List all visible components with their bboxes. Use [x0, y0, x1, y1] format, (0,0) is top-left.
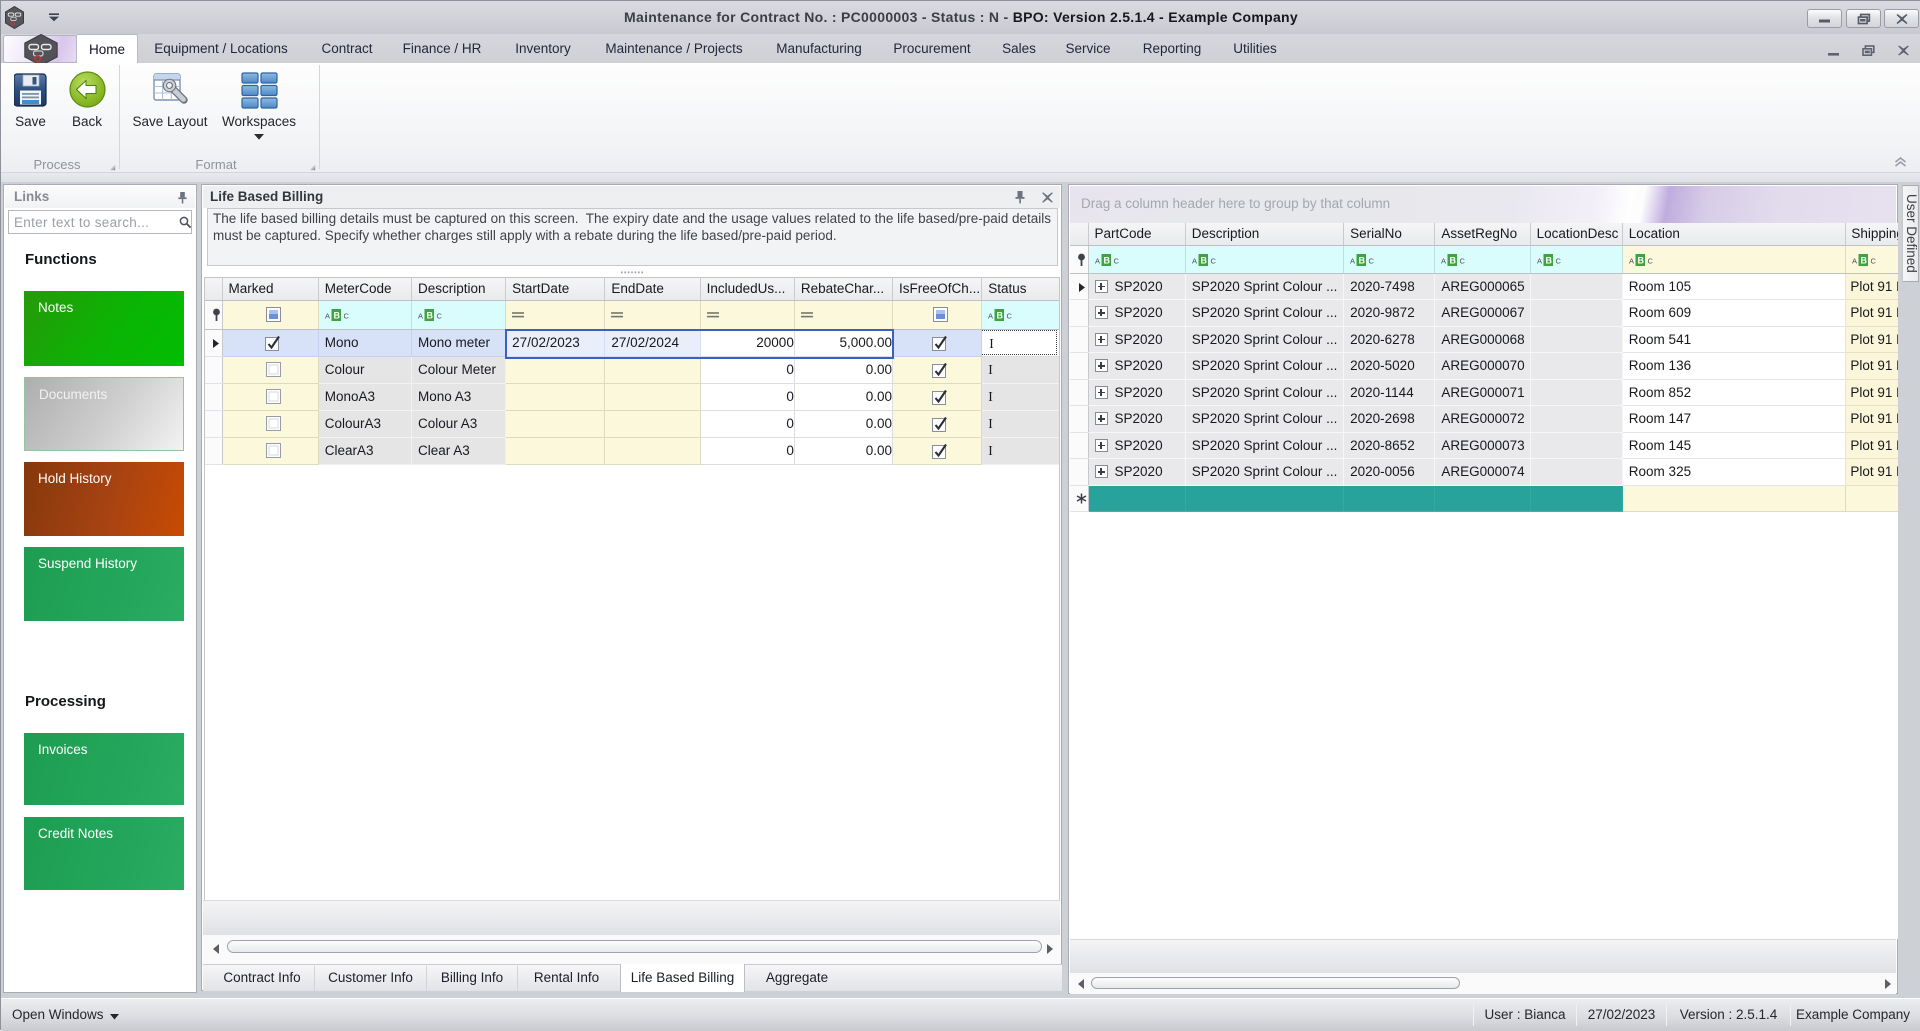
svg-text:A: A — [418, 312, 423, 321]
svg-text:B: B — [426, 311, 433, 321]
svg-text:A: A — [1192, 256, 1197, 265]
svg-text:C: C — [1369, 256, 1375, 265]
svg-text:A: A — [1095, 256, 1100, 265]
svg-text:A: A — [1537, 256, 1542, 265]
svg-text:B: B — [1103, 255, 1110, 265]
svg-text:A: A — [988, 312, 993, 321]
svg-text:C: C — [1871, 256, 1877, 265]
svg-text:B: B — [1200, 255, 1207, 265]
svg-text:A: A — [1852, 256, 1857, 265]
svg-text:C: C — [1210, 256, 1216, 265]
svg-text:B: B — [1637, 255, 1644, 265]
svg-text:B: B — [1359, 255, 1366, 265]
svg-text:C: C — [436, 312, 442, 321]
svg-text:C: C — [1647, 256, 1653, 265]
svg-text:C: C — [1113, 256, 1119, 265]
svg-text:A: A — [325, 312, 330, 321]
svg-text:B: B — [333, 311, 340, 321]
svg-text:C: C — [1460, 256, 1466, 265]
svg-text:B: B — [997, 311, 1004, 321]
svg-text:B: B — [1861, 255, 1868, 265]
svg-text:C: C — [343, 312, 349, 321]
svg-text:A: A — [1629, 256, 1634, 265]
svg-text:B: B — [1545, 255, 1552, 265]
svg-text:A: A — [1350, 256, 1355, 265]
svg-text:C: C — [1555, 256, 1561, 265]
svg-text:C: C — [1007, 312, 1013, 321]
svg-text:A: A — [1441, 256, 1446, 265]
svg-text:B: B — [1450, 255, 1457, 265]
